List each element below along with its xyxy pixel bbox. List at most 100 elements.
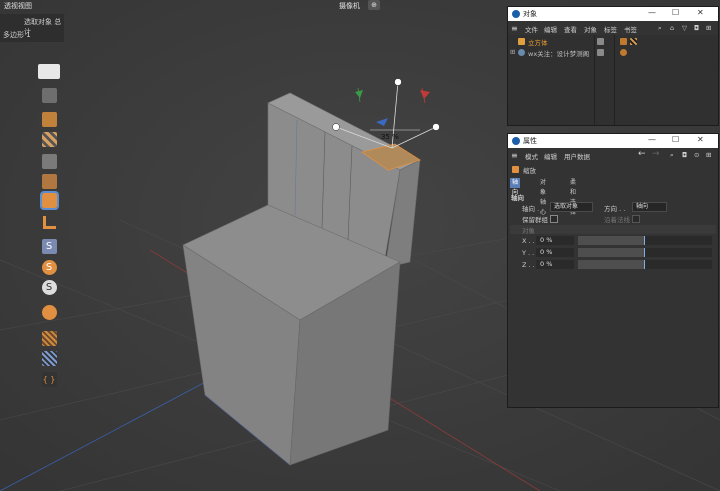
axis-dropdown[interactable]: 选取对象 xyxy=(550,202,593,212)
search-icon[interactable]: ⌕ xyxy=(658,24,662,33)
s-icon: S xyxy=(41,239,57,254)
minimize-icon[interactable]: — xyxy=(648,8,656,17)
menu-view[interactable]: 查看 xyxy=(564,24,577,34)
cube-selected-tool[interactable] xyxy=(38,191,60,210)
search-icon[interactable]: ⌕ xyxy=(670,151,674,160)
bracket-icon: { } xyxy=(41,372,57,387)
tab-axis[interactable]: 轴向 xyxy=(510,178,521,196)
x-value-field[interactable]: 0 % xyxy=(536,236,574,245)
attributes-titlebar[interactable]: 属性 — ☐ ✕ xyxy=(508,134,718,148)
close-icon[interactable]: ✕ xyxy=(697,135,704,144)
minimize-icon[interactable]: — xyxy=(648,135,656,144)
hamburger-icon[interactable]: ≡ xyxy=(511,151,518,160)
cube-tool-2[interactable] xyxy=(38,153,60,170)
magnet-tool[interactable] xyxy=(38,304,60,321)
camera-label[interactable]: 摄像机 xyxy=(339,1,360,11)
direction-label: 方向 . . xyxy=(604,205,626,213)
add-icon[interactable]: ⊞ xyxy=(706,151,711,159)
grid-tool-1[interactable] xyxy=(38,330,60,347)
x-slider-track xyxy=(645,236,712,245)
keep-group-label: 保留群组 xyxy=(522,216,548,224)
bracket-tool[interactable]: { } xyxy=(38,371,60,388)
cube-icon xyxy=(41,154,57,169)
maximize-icon[interactable]: ☐ xyxy=(672,8,679,17)
close-icon[interactable]: ✕ xyxy=(697,8,704,17)
lock-icon[interactable]: ◘ xyxy=(694,24,699,32)
checker-tool[interactable] xyxy=(38,131,60,148)
object-list[interactable]: 立方体 ⊞ wx关注：设计梦测阁 xyxy=(508,35,718,125)
camera-icon[interactable]: ⊕ xyxy=(368,0,380,10)
attributes-window[interactable]: 属性 — ☐ ✕ ≡ 模式 编辑 用户数据 ← → ⌕ ◘ ⊙ ⊞ 缩放 轴向 … xyxy=(507,133,719,408)
z-slider[interactable] xyxy=(578,260,712,269)
add-icon[interactable]: ⊞ xyxy=(706,24,711,32)
y-value-field[interactable]: 0 % xyxy=(536,248,574,257)
filter-icon[interactable]: ▽ xyxy=(682,24,687,32)
tag-icon[interactable] xyxy=(620,49,627,56)
s-icon: S xyxy=(41,260,57,275)
cube-icon xyxy=(41,174,57,189)
menu-object[interactable]: 对象 xyxy=(584,24,597,34)
cube-selected-icon xyxy=(39,191,59,210)
menu-tags[interactable]: 标签 xyxy=(604,24,617,34)
along-normal-label: 沿着法线 xyxy=(604,216,630,224)
object-section-bar: 对象 xyxy=(510,225,716,235)
keep-group-checkbox[interactable] xyxy=(550,215,558,223)
y-slider-track xyxy=(645,248,712,257)
cube-tool-3[interactable] xyxy=(38,173,60,190)
grid-tool-2[interactable] xyxy=(38,350,60,367)
text-tool[interactable] xyxy=(38,63,60,80)
tab-soft-selection[interactable]: 柔和选择 xyxy=(568,178,578,216)
grid-icon xyxy=(41,331,57,346)
z-slider-track xyxy=(645,260,712,269)
attributes-menubar: ≡ 模式 编辑 用户数据 ← → ⌕ ◘ ⊙ ⊞ xyxy=(508,149,718,161)
figure-tool[interactable] xyxy=(38,87,60,104)
maximize-icon[interactable]: ☐ xyxy=(672,135,679,144)
pin-icon[interactable]: ⊙ xyxy=(694,151,699,159)
menu-user-data[interactable]: 用户数据 xyxy=(564,151,590,161)
x-slider[interactable] xyxy=(578,236,712,245)
visibility-icon[interactable] xyxy=(597,49,604,56)
objects-window[interactable]: 对象 — ☐ ✕ ≡ 文件 编辑 查看 对象 标签 书签 ⌕ ⌂ ▽ ◘ ⊞ 立… xyxy=(507,6,719,126)
viewport-title[interactable]: 透视视图 xyxy=(4,1,32,11)
menu-bookmarks[interactable]: 书签 xyxy=(624,24,637,34)
menu-mode[interactable]: 模式 xyxy=(525,151,538,161)
texture-tag-icon[interactable] xyxy=(630,38,637,45)
direction-dropdown[interactable]: 轴向 xyxy=(632,202,667,212)
along-normal-checkbox[interactable] xyxy=(632,215,640,223)
tag-icon[interactable] xyxy=(620,38,627,45)
z-value-field[interactable]: 0 % xyxy=(536,260,574,269)
visibility-icon[interactable] xyxy=(597,38,604,45)
y-slider[interactable] xyxy=(578,248,712,257)
attributes-panel: 缩放 轴向 对象轴心 柔和选择 轴向 轴向 . . 选取对象 方向 . . 轴向… xyxy=(508,162,718,407)
tab-object-axis[interactable]: 对象轴心 xyxy=(538,178,548,216)
cube-icon xyxy=(518,38,525,45)
magnet-icon xyxy=(41,305,57,320)
cube-tool[interactable] xyxy=(38,111,60,128)
object-name[interactable]: wx关注：设计梦测阁 xyxy=(528,48,589,58)
back-arrow-icon[interactable]: ← xyxy=(638,149,646,159)
home-icon[interactable]: ⌂ xyxy=(670,24,674,32)
s-tool-1[interactable]: S xyxy=(38,238,60,255)
y-label: Y . . xyxy=(522,249,535,257)
cube-icon xyxy=(41,112,57,127)
forward-arrow-icon[interactable]: → xyxy=(652,149,660,159)
group-label: 轴向 xyxy=(511,194,524,202)
expand-icon[interactable]: ⊞ xyxy=(510,48,515,56)
lock-icon[interactable]: ◘ xyxy=(682,151,687,159)
x-label: X . . xyxy=(522,237,535,245)
section-title: 缩放 xyxy=(523,167,536,175)
l-shape-tool[interactable] xyxy=(38,214,60,231)
object-name[interactable]: 立方体 xyxy=(528,37,548,47)
l-shape-icon xyxy=(42,216,56,229)
s-tool-3[interactable]: S xyxy=(38,279,60,296)
menu-edit[interactable]: 编辑 xyxy=(544,151,557,161)
menu-edit[interactable]: 编辑 xyxy=(544,24,557,34)
scene-stats: 选取对象 总计 多边形 1 xyxy=(0,14,64,42)
s-tool-2[interactable]: S xyxy=(38,259,60,276)
hamburger-icon[interactable]: ≡ xyxy=(511,24,518,33)
stats-polygons: 多边形 1 xyxy=(3,31,31,39)
objects-titlebar[interactable]: 对象 — ☐ ✕ xyxy=(508,7,718,21)
object-section-label: 对象 xyxy=(522,227,535,235)
objects-menubar: ≡ 文件 编辑 查看 对象 标签 书签 ⌕ ⌂ ▽ ◘ ⊞ xyxy=(508,22,718,34)
menu-file[interactable]: 文件 xyxy=(525,24,538,34)
